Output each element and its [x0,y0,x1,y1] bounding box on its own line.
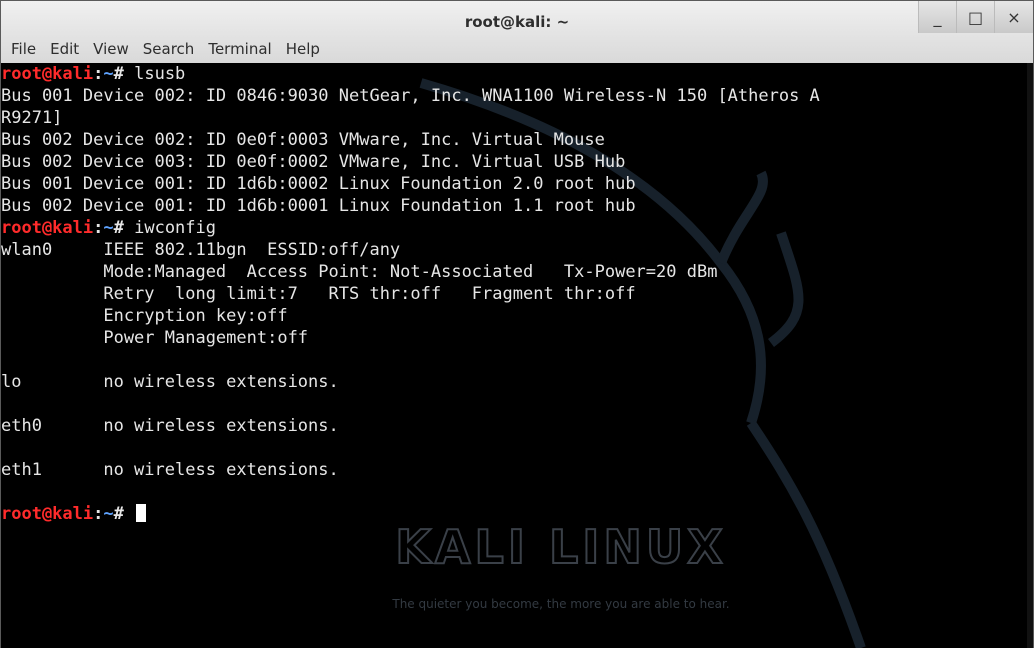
watermark-tagline: The quieter you become, the more you are… [391,597,729,611]
prompt-user: root@kali [1,218,94,238]
output-line: Bus 002 Device 002: ID 0e0f:0003 VMware,… [1,129,820,151]
prompt-user: root@kali [1,64,94,84]
close-button[interactable]: × [994,1,1033,33]
menu-search[interactable]: Search [136,40,202,58]
maximize-button[interactable]: □ [956,1,994,33]
output-line: Bus 001 Device 002: ID 0846:9030 NetGear… [1,85,820,107]
prompt-separator: : [93,64,104,84]
output-line: eth1 no wireless extensions. [1,459,820,481]
menu-terminal[interactable]: Terminal [201,40,278,58]
output-line: wlan0 IEEE 802.11bgn ESSID:off/any [1,239,820,261]
prompt-line: root@kali:~# iwconfig [1,217,820,239]
prompt-symbol: # [113,218,135,238]
scrollbar[interactable] [1027,63,1033,648]
command-text: iwconfig [134,218,216,238]
menu-file[interactable]: File [4,40,43,58]
output-text: lo no wireless extensions. [1,372,339,392]
output-line: Mode:Managed Access Point: Not-Associate… [1,261,820,283]
output-text: R9271] [1,108,63,128]
minimize-button[interactable]: _ [918,1,956,33]
menu-edit[interactable]: Edit [43,40,86,58]
output-line: Bus 001 Device 001: ID 1d6b:0002 Linux F… [1,173,820,195]
output-text: eth0 no wireless extensions. [1,416,339,436]
output-line: Retry long limit:7 RTS thr:off Fragment … [1,283,820,305]
minimize-icon: _ [933,7,942,27]
prompt-symbol: # [113,504,135,524]
output-text: Bus 002 Device 002: ID 0e0f:0003 VMware,… [1,130,605,150]
output-line: Encryption key:off [1,305,820,327]
prompt-user: root@kali [1,504,94,524]
menu-help[interactable]: Help [279,40,327,58]
output-line: Bus 002 Device 003: ID 0e0f:0002 VMware,… [1,151,820,173]
output-text: Encryption key:off [1,306,288,326]
close-icon: × [1007,7,1021,27]
watermark-brand: KALI LINUX [395,520,726,574]
prompt-line: root@kali:~# lsusb [1,63,820,85]
output-text: eth1 no wireless extensions. [1,460,339,480]
text-cursor [136,504,147,522]
prompt-path: ~ [103,504,114,524]
output-text: Bus 002 Device 001: ID 1d6b:0001 Linux F… [1,196,636,216]
output-line: Bus 002 Device 001: ID 1d6b:0001 Linux F… [1,195,820,217]
command-text: lsusb [134,64,186,84]
output-text: Bus 001 Device 002: ID 0846:9030 NetGear… [1,86,820,106]
menu-view[interactable]: View [86,40,136,58]
output-line: Power Management:off [1,327,820,349]
output-text: Power Management:off [1,328,309,348]
maximize-icon: □ [967,7,984,27]
output-text: wlan0 IEEE 802.11bgn ESSID:off/any [1,240,401,260]
window-title: root@kali: ~ [464,13,570,31]
output-line: lo no wireless extensions. [1,371,820,393]
prompt-separator: : [93,504,104,524]
title-bar[interactable]: root@kali: ~ _ □ × File Edit View Search… [1,1,1033,63]
prompt-line: root@kali:~# [1,503,820,525]
output-line: R9271] [1,107,820,129]
output-text: Bus 001 Device 001: ID 1d6b:0002 Linux F… [1,174,636,194]
prompt-separator: : [93,218,104,238]
menu-bar: File Edit View Search Terminal Help [1,35,1033,63]
output-line: eth0 no wireless extensions. [1,415,820,437]
terminal-output: root@kali:~# lsusb Bus 001 Device 002: ID… [1,63,820,525]
prompt-path: ~ [103,64,114,84]
prompt-path: ~ [103,218,114,238]
output-text: Mode:Managed Access Point: Not-Associate… [1,262,718,282]
terminal-area[interactable]: KALI LINUX The quieter you become, the m… [1,63,1033,648]
prompt-symbol: # [113,64,135,84]
output-text: Retry long limit:7 RTS thr:off Fragment … [1,284,636,304]
output-text: Bus 002 Device 003: ID 0e0f:0002 VMware,… [1,152,626,172]
terminal-window: root@kali: ~ _ □ × File Edit View Search… [0,0,1034,648]
